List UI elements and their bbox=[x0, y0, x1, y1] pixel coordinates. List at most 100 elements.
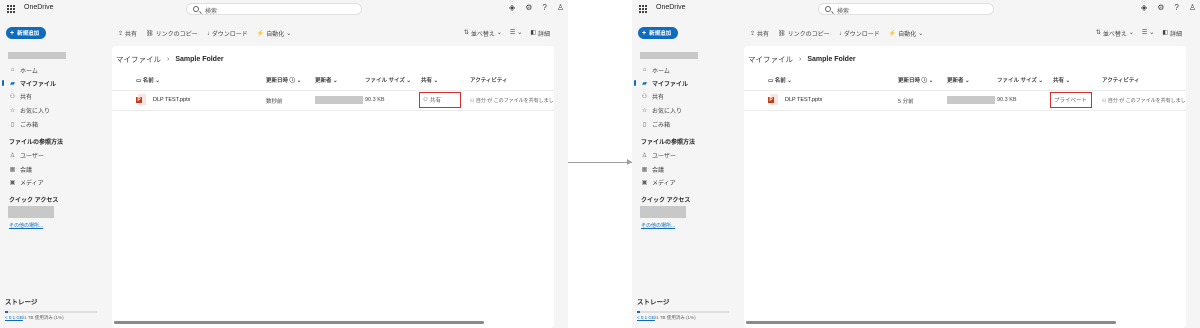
file-modified: 数秒前 bbox=[266, 99, 283, 105]
automate-icon: ⚡ bbox=[256, 31, 265, 37]
person-icon[interactable]: ♙ bbox=[557, 3, 564, 12]
breadcrumb-root[interactable]: マイファイル bbox=[116, 54, 161, 65]
nav-meetings[interactable]: ▦ 会議 bbox=[0, 163, 108, 175]
redacted-quick-access[interactable] bbox=[8, 206, 54, 218]
onedrive-window-before: OneDrive 検索 ◈ ⚙ ? ♙ + 新規追加 ⇪ 共有 ⛓ リンクのコピー … bbox=[0, 0, 568, 328]
nav-home[interactable]: ⌂ ホーム bbox=[0, 64, 108, 76]
download-button[interactable]: ↓ ダウンロード bbox=[839, 29, 880, 39]
app-name[interactable]: OneDrive bbox=[656, 4, 686, 11]
breadcrumb-root[interactable]: マイファイル bbox=[748, 54, 793, 65]
redacted-profile bbox=[8, 52, 66, 59]
copy-link-button[interactable]: ⛓ リンクのコピー bbox=[146, 29, 198, 38]
storage-heading: ストレージ bbox=[5, 299, 38, 306]
nav-my-files[interactable]: ▰ マイファイル bbox=[0, 77, 108, 89]
col-modified-header[interactable]: 更新日時 ⓘ ⌄ bbox=[898, 76, 933, 86]
nav-meetings[interactable]: ▦ 会議 bbox=[632, 163, 740, 175]
nav-shared[interactable]: ⚇ 共有 bbox=[0, 90, 108, 102]
col-activity-header[interactable]: アクティビティ bbox=[470, 76, 508, 86]
people-icon: ⚇ bbox=[9, 93, 16, 100]
download-label: ダウンロード bbox=[843, 32, 880, 38]
details-button[interactable]: ◧ 詳細 bbox=[530, 29, 550, 38]
nav-people[interactable]: ♙ ユーザー bbox=[632, 149, 740, 161]
top-bar: OneDrive 検索 ◈ ⚙ ? ♙ bbox=[632, 0, 1200, 18]
nav-media[interactable]: ▣ メディア bbox=[632, 176, 740, 188]
nav-shared[interactable]: ⚇ 共有 bbox=[632, 90, 740, 102]
app-launcher-icon[interactable] bbox=[639, 5, 647, 13]
nav-media-label: メディア bbox=[20, 180, 44, 187]
new-button[interactable]: + 新規追加 bbox=[6, 27, 46, 39]
help-icon[interactable]: ? bbox=[542, 3, 546, 12]
new-button[interactable]: + 新規追加 bbox=[638, 27, 678, 39]
share-label: 共有 bbox=[125, 32, 138, 38]
col-sharing-header[interactable]: 共有 ⌄ bbox=[1053, 76, 1070, 86]
share-button[interactable]: ⇪ 共有 bbox=[118, 29, 137, 38]
person-icon[interactable]: ♙ bbox=[1189, 3, 1196, 12]
col-activity-header[interactable]: アクティビティ bbox=[1102, 76, 1140, 86]
file-size: 90.3 KB bbox=[365, 97, 385, 103]
file-name[interactable]: DLP TEST.pptx bbox=[785, 97, 822, 103]
col-modified-by-header[interactable]: 更新者 ⌄ bbox=[315, 76, 338, 86]
storage-used-link[interactable]: < 0.1 GB bbox=[5, 315, 23, 320]
nav-recycle-bin[interactable]: ▯ ごみ箱 bbox=[0, 118, 108, 130]
quick-access-heading: クイック アクセス bbox=[9, 198, 59, 204]
download-button[interactable]: ↓ ダウンロード bbox=[207, 29, 248, 39]
col-modified-header[interactable]: 更新日時 ⓘ ⌄ bbox=[266, 76, 301, 86]
file-list-panel: マイファイル › Sample Folder ▭ 名前 ⌄ 更新日時 ⓘ ⌄ 更… bbox=[112, 46, 554, 328]
col-name-header[interactable]: ▭ 名前 ⌄ bbox=[136, 76, 160, 86]
col-modified-by-header[interactable]: 更新者 ⌄ bbox=[947, 76, 970, 86]
search-icon bbox=[825, 6, 831, 12]
copy-link-button[interactable]: ⛓ リンクのコピー bbox=[778, 29, 830, 38]
diamond-icon[interactable]: ◈ bbox=[1141, 3, 1147, 12]
link-icon: ⛓ bbox=[778, 31, 786, 37]
storage-used-rest: /1 TB 使用済み (1%) bbox=[654, 315, 696, 320]
gear-icon[interactable]: ⚙ bbox=[1157, 3, 1164, 12]
file-name[interactable]: DLP TEST.pptx bbox=[153, 97, 190, 103]
automate-button[interactable]: ⚡ 自動化 ⌄ bbox=[257, 29, 292, 38]
plus-icon: + bbox=[10, 29, 15, 37]
view-button[interactable]: ☰ ⌄ bbox=[1142, 29, 1154, 38]
diamond-icon[interactable]: ◈ bbox=[509, 3, 515, 12]
redacted-quick-access[interactable] bbox=[640, 206, 686, 218]
automate-button[interactable]: ⚡ 自動化 ⌄ bbox=[889, 29, 924, 38]
sharing-status: プライベート bbox=[1054, 98, 1088, 104]
nav-favorites[interactable]: ☆ お気に入り bbox=[0, 104, 108, 116]
storage-used-link[interactable]: < 0.1 GB bbox=[637, 315, 655, 320]
nav-people[interactable]: ♙ ユーザー bbox=[0, 149, 108, 161]
nav-recycle-bin[interactable]: ▯ ごみ箱 bbox=[632, 118, 740, 130]
nav-shared-label: 共有 bbox=[20, 94, 33, 101]
col-sharing-header[interactable]: 共有 ⌄ bbox=[421, 76, 438, 86]
share-button[interactable]: ⇪ 共有 bbox=[750, 29, 769, 38]
horizontal-scrollbar[interactable] bbox=[114, 321, 484, 324]
chevron-down-icon: ⌄ bbox=[1128, 30, 1134, 36]
chevron-right-icon: › bbox=[799, 56, 802, 63]
nav-home[interactable]: ⌂ ホーム bbox=[632, 64, 740, 76]
more-places-link[interactable]: その他の場所... bbox=[641, 222, 675, 229]
more-places-link[interactable]: その他の場所... bbox=[9, 222, 43, 229]
nav-favorites[interactable]: ☆ お気に入り bbox=[632, 104, 740, 116]
sharing-status-highlighted[interactable]: ⚇ 共有 bbox=[419, 92, 461, 108]
search-placeholder: 検索 bbox=[205, 9, 218, 15]
sort-button[interactable]: ⇅ 並べ替え ⌄ bbox=[1096, 29, 1134, 38]
horizontal-scrollbar[interactable] bbox=[746, 321, 1116, 324]
nav-my-files[interactable]: ▰ マイファイル bbox=[632, 77, 740, 89]
help-icon[interactable]: ? bbox=[1174, 3, 1178, 12]
search-box[interactable]: 検索 bbox=[186, 3, 362, 15]
nav-meetings-label: 会議 bbox=[20, 167, 33, 174]
command-bar: ⇪ 共有 ⛓ リンクのコピー ↓ ダウンロード ⚡ 自動化 ⌄ bbox=[750, 29, 924, 39]
app-launcher-icon[interactable] bbox=[7, 5, 15, 13]
nav-my-files-label: マイファイル bbox=[652, 81, 689, 88]
details-button[interactable]: ◧ 詳細 bbox=[1162, 29, 1182, 38]
view-button[interactable]: ☰ ⌄ bbox=[510, 29, 522, 38]
col-size-header[interactable]: ファイル サイズ ⌄ bbox=[997, 76, 1043, 86]
app-name[interactable]: OneDrive bbox=[24, 4, 54, 11]
search-placeholder: 検索 bbox=[837, 9, 850, 15]
col-name-header[interactable]: ▭ 名前 ⌄ bbox=[768, 76, 792, 86]
details-label: 詳細 bbox=[537, 32, 550, 38]
sort-button[interactable]: ⇅ 並べ替え ⌄ bbox=[464, 29, 502, 38]
col-size-header[interactable]: ファイル サイズ ⌄ bbox=[365, 76, 411, 86]
gear-icon[interactable]: ⚙ bbox=[525, 3, 532, 12]
search-box[interactable]: 検索 bbox=[818, 3, 994, 15]
nav-media[interactable]: ▣ メディア bbox=[0, 176, 108, 188]
sharing-status-highlighted[interactable]: プライベート bbox=[1050, 92, 1092, 108]
folder-icon: ▰ bbox=[10, 80, 15, 87]
